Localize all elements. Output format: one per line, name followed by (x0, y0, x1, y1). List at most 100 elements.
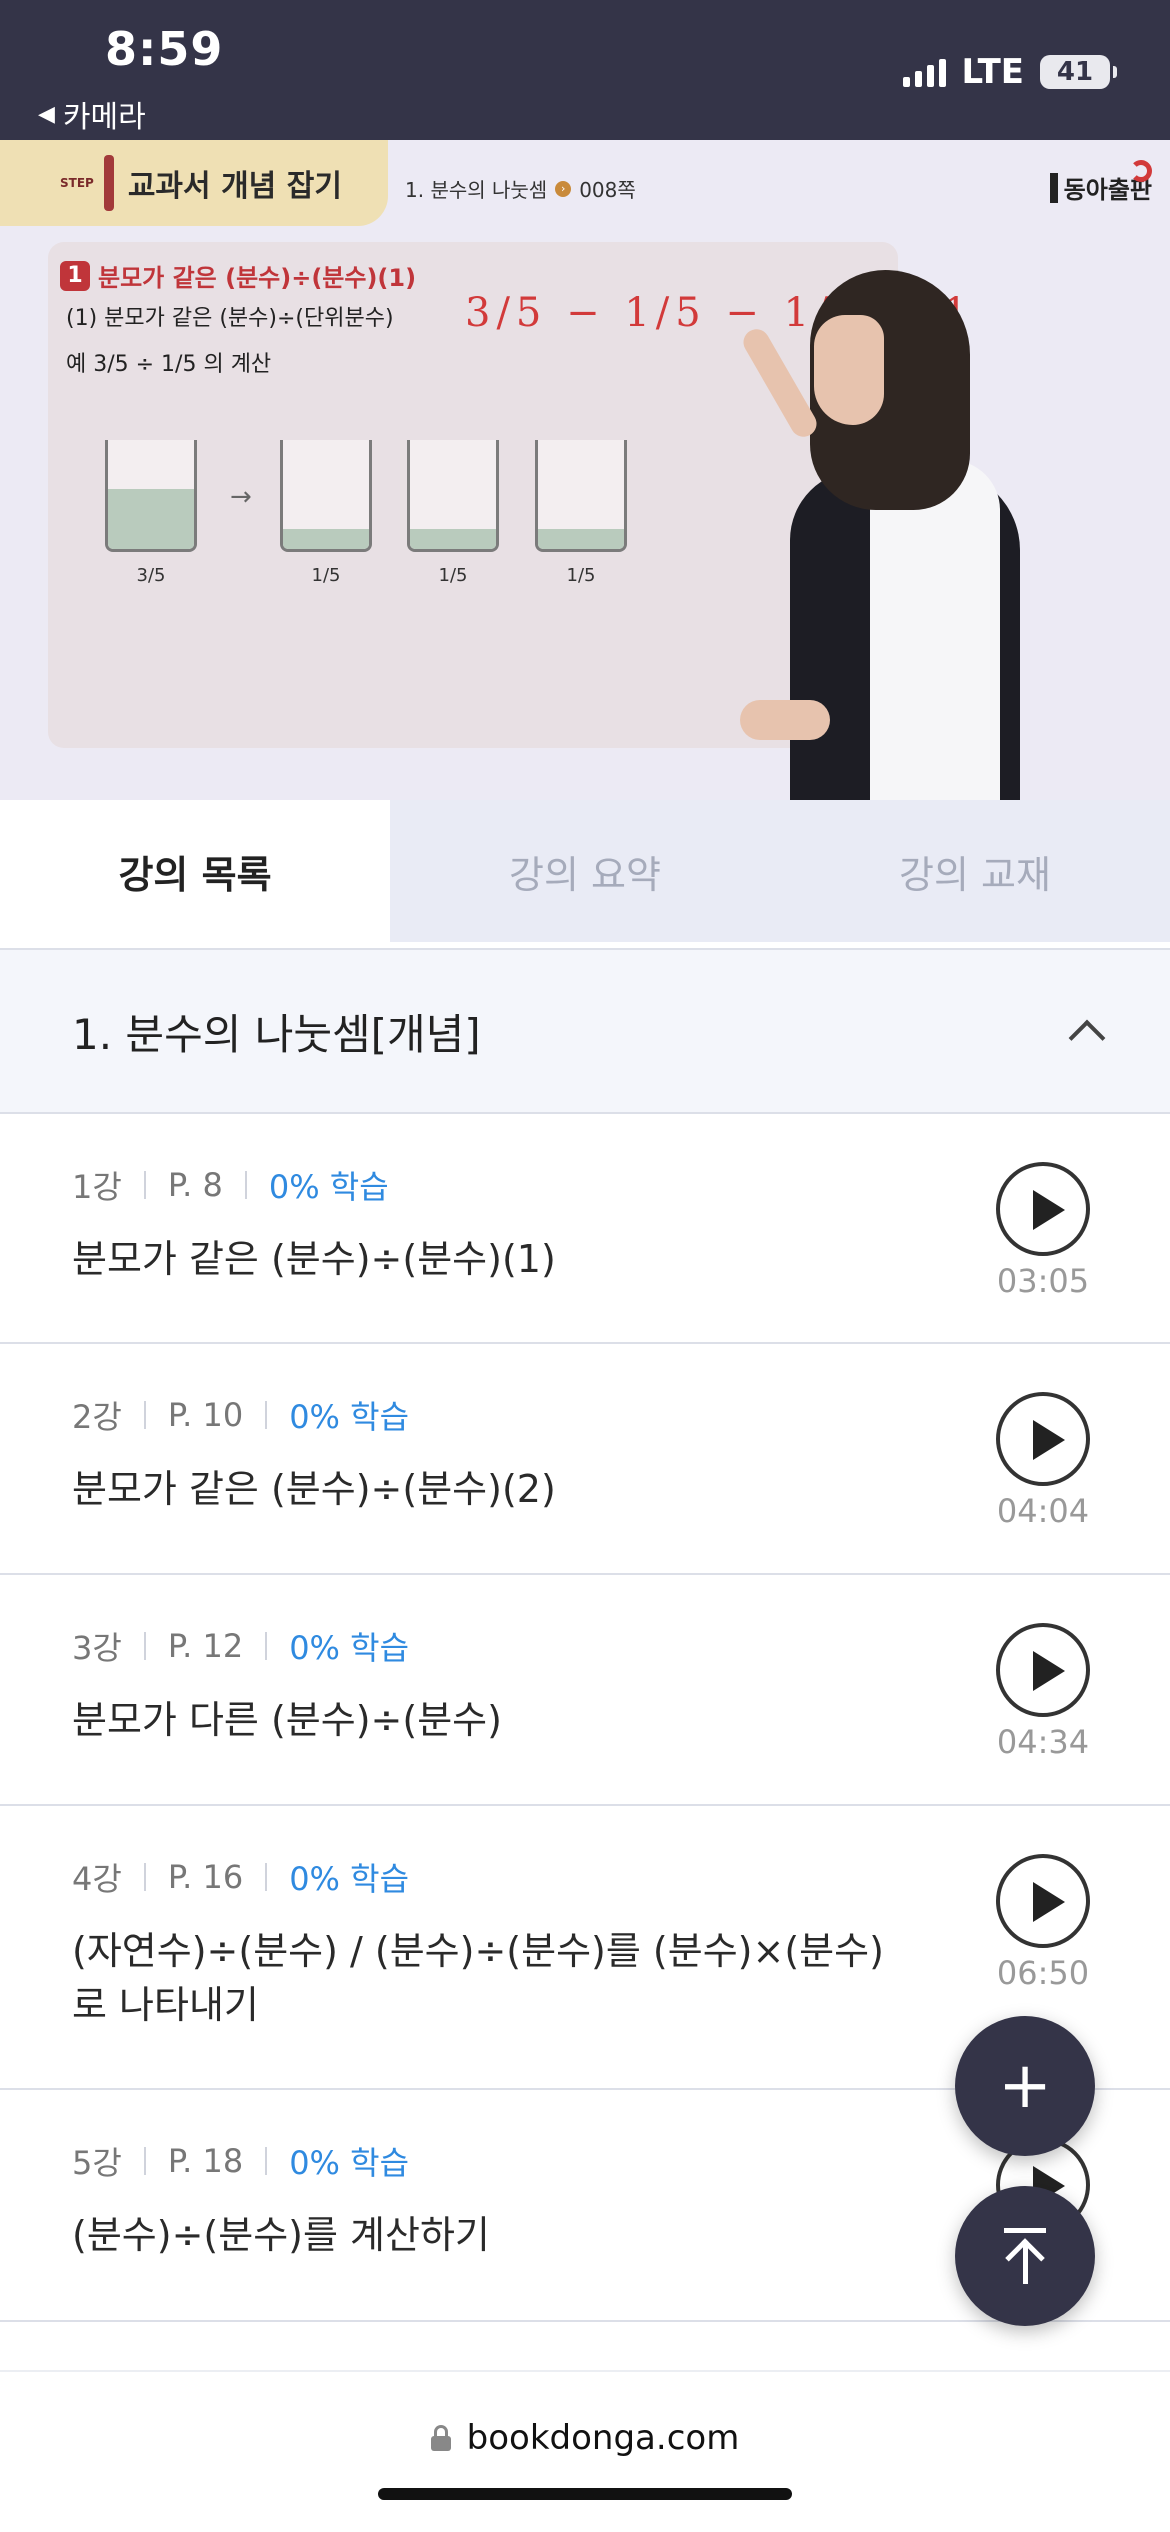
lecture-progress: 0% 학습 (289, 1629, 410, 1667)
concept-title: 1 분모가 같은 (분수)÷(분수)(1) (60, 258, 416, 293)
lecture-number: 4강 (72, 1860, 122, 1898)
divider (244, 1171, 247, 1199)
lecture-page: P. 8 (167, 1166, 223, 1204)
beaker-icon (105, 440, 197, 552)
play-button[interactable] (996, 1392, 1090, 1486)
lecture-title[interactable]: (분수)÷(분수)를 계산하기 (72, 2208, 902, 2262)
play-button[interactable] (996, 1854, 1090, 1948)
url-display[interactable]: bookdonga.com (0, 2418, 1170, 2458)
home-indicator[interactable] (378, 2488, 792, 2500)
signal-icon (902, 57, 946, 87)
battery-icon: 41 (1040, 55, 1117, 89)
back-to-app-link[interactable]: ◀ 카메라 (38, 92, 146, 136)
lecture-number: 2강 (72, 1398, 122, 1436)
presenter-shirt (870, 460, 1000, 800)
lecture-item[interactable]: 3강 P. 12 0% 학습 분모가 다른 (분수)÷(분수) 04:34 (0, 1575, 1170, 1806)
tab-lecture-summary[interactable]: 강의 요약 (390, 800, 780, 942)
concept-subtitle: (1) 분모가 같은 (분수)÷(단위분수) (66, 306, 394, 331)
lecture-title[interactable]: 분모가 같은 (분수)÷(분수)(1) (72, 1232, 902, 1286)
lecture-meta: 1강 P. 8 0% 학습 (72, 1162, 389, 1208)
publisher-accent-icon (1130, 160, 1152, 182)
divider (143, 1171, 146, 1199)
beaker-label: 1/5 (438, 565, 468, 586)
publisher-mark-icon (1049, 172, 1058, 203)
plus-icon: + (998, 2049, 1052, 2123)
step-bar-icon (103, 155, 114, 211)
presenter-hand (740, 700, 830, 740)
arrow-circle-icon: › (555, 180, 572, 197)
status-bar: 8:59 ◀ 카메라 LTE 41 (0, 0, 1170, 140)
play-button[interactable] (996, 1623, 1090, 1717)
lecture-title[interactable]: 분모가 같은 (분수)÷(분수)(2) (72, 1462, 902, 1516)
section-title: 1. 분수의 나눗셈[개념] (72, 1009, 481, 1059)
section-header[interactable]: 1. 분수의 나눗셈[개념] (0, 950, 1170, 1114)
lecture-page: P. 18 (167, 2142, 244, 2180)
lecture-number: 5강 (72, 2144, 122, 2182)
concept-title-text: 분모가 같은 (분수)÷(분수)(1) (98, 264, 417, 292)
tab-lecture-textbook[interactable]: 강의 교재 (780, 800, 1170, 942)
battery-level: 41 (1056, 57, 1094, 87)
lecture-duration: 04:34 (996, 1723, 1090, 1761)
lecture-title[interactable]: (자연수)÷(분수) / (분수)÷(분수)를 (분수)×(분수)로 나타내기 (72, 1924, 902, 2032)
step-label: STEP (60, 176, 94, 190)
step-title: 교과서 개념 잡기 (127, 169, 342, 204)
beaker-label: 3/5 (136, 565, 166, 586)
status-time: 8:59 (105, 22, 224, 76)
lecture-item[interactable]: 1강 P. 8 0% 학습 분모가 같은 (분수)÷(분수)(1) 03:05 (0, 1114, 1170, 1344)
lecture-progress: 0% 학습 (268, 1168, 389, 1206)
lecture-number: 1강 (72, 1168, 122, 1206)
lecture-meta: 2강 P. 10 0% 학습 (72, 1392, 409, 1438)
divider (143, 1632, 146, 1660)
concept-example: 예 3/5 ÷ 1/5 의 계산 (66, 352, 272, 377)
lecture-progress: 0% 학습 (289, 1860, 410, 1898)
lecture-duration: 04:04 (996, 1492, 1090, 1530)
play-button[interactable] (996, 1162, 1090, 1256)
url-domain: bookdonga.com (466, 2418, 740, 2458)
lecture-page: P. 16 (167, 1858, 244, 1896)
tabs-divider (0, 942, 1170, 950)
network-label: LTE (961, 52, 1024, 92)
lecture-meta: 4강 P. 16 0% 학습 (72, 1854, 409, 1900)
arrow-up-to-top-icon (1000, 2228, 1050, 2284)
lock-icon (430, 2425, 451, 2451)
lecture-tabs: 강의 목록 강의 요약 강의 교재 (0, 800, 1170, 942)
divider (143, 2147, 146, 2175)
chapter-reference: 1. 분수의 나눗셈 › 008쪽 (405, 174, 636, 203)
divider (143, 1863, 146, 1891)
beaker-icon (407, 440, 499, 552)
beaker-label: 1/5 (311, 565, 341, 586)
divider (143, 1401, 146, 1429)
arrow-right-icon: → (230, 482, 252, 512)
video-player[interactable]: STEP 교과서 개념 잡기 1. 분수의 나눗셈 › 008쪽 동아출판 1 … (0, 140, 1170, 800)
chevron-up-icon[interactable] (1068, 1019, 1106, 1057)
presenter-face (814, 315, 884, 425)
beaker-icon (280, 440, 372, 552)
lecture-page: P. 12 (167, 1627, 244, 1665)
divider (265, 1401, 268, 1429)
divider (265, 2147, 268, 2175)
divider (265, 1632, 268, 1660)
beaker-diagram: 3/5 → 1/5 1/5 1/5 (105, 440, 645, 600)
back-triangle-icon: ◀ (38, 101, 55, 127)
divider (265, 1863, 268, 1891)
beaker-label: 1/5 (566, 565, 596, 586)
status-indicators: LTE 41 (902, 52, 1117, 92)
add-fab-button[interactable]: + (955, 2016, 1095, 2156)
page-ref-text: 008쪽 (579, 178, 636, 202)
lecture-duration: 03:05 (996, 1262, 1090, 1300)
chapter-ref-text: 1. 분수의 나눗셈 (405, 178, 548, 202)
lecture-item[interactable]: 2강 P. 10 0% 학습 분모가 같은 (분수)÷(분수)(2) 04:04 (0, 1344, 1170, 1575)
scroll-to-top-button[interactable] (955, 2186, 1095, 2326)
lecture-title[interactable]: 분모가 다른 (분수)÷(분수) (72, 1693, 902, 1747)
lecture-progress: 0% 학습 (289, 2144, 410, 2182)
lecture-meta: 3강 P. 12 0% 학습 (72, 1623, 409, 1669)
beaker-icon (535, 440, 627, 552)
lecture-page: P. 10 (167, 1396, 244, 1434)
back-app-label: 카메라 (62, 100, 146, 135)
concept-number-badge: 1 (60, 260, 90, 291)
lecture-meta: 5강 P. 18 0% 학습 (72, 2138, 409, 2184)
lecture-progress: 0% 학습 (289, 1398, 410, 1436)
browser-url-bar[interactable]: bookdonga.com (0, 2370, 1170, 2532)
lecture-duration: 06:50 (996, 1954, 1090, 1992)
tab-lecture-list[interactable]: 강의 목록 (0, 800, 390, 942)
